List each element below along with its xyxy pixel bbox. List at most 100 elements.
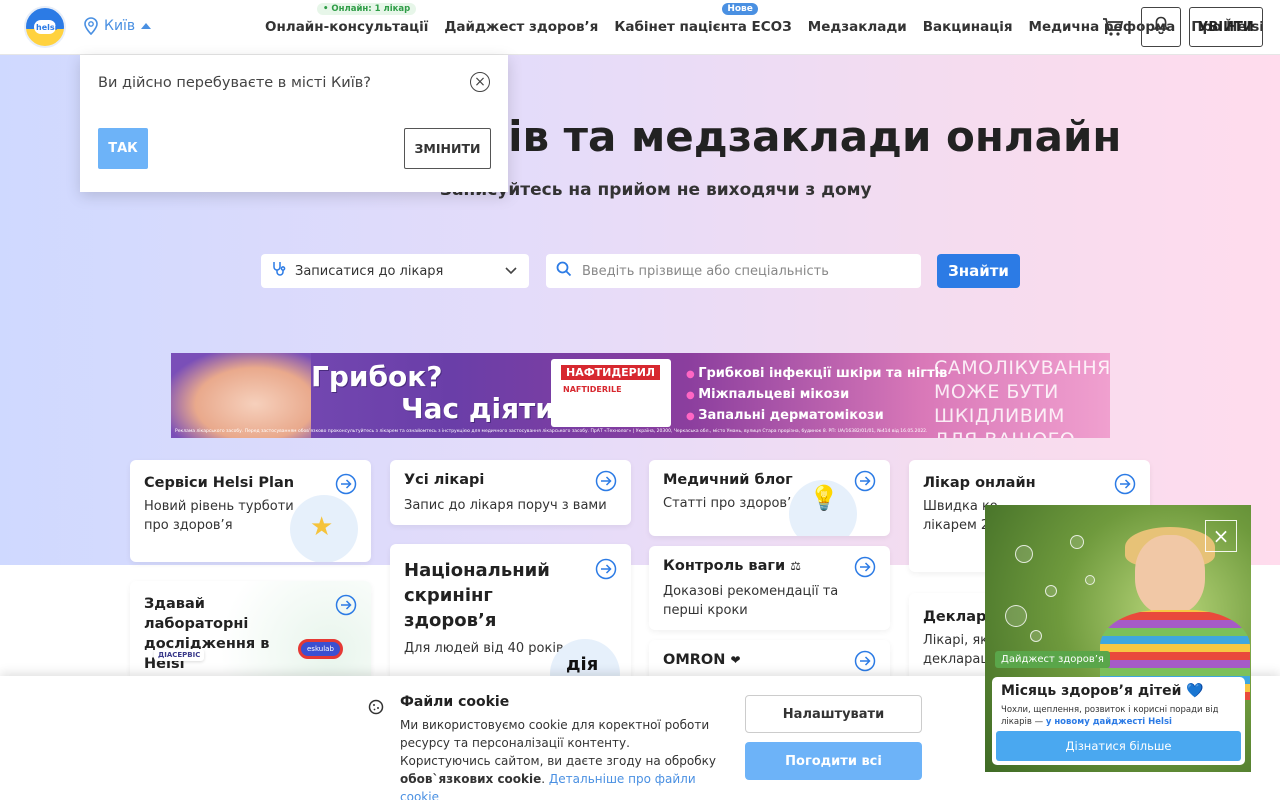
banner-bullet: Міжпальцеві мікози [686,385,947,406]
card-desc: Запис до лікаря поруч з вами [404,498,607,513]
city-confirm-popup: Ви дійсно перебуваєте в місті Київ? × ТА… [80,55,508,192]
site-header: helsi Київ • Онлайн: 1 лікар Онлайн-конс… [0,0,1280,55]
nav-label: Онлайн-консультації [265,19,429,35]
promo-text: Чохли, щеплення, розвиток і корисні пора… [1001,704,1241,728]
service-select[interactable]: Записатися до лікаря [261,254,529,288]
arrow-right-icon[interactable] [854,650,876,672]
promo-popup: × Дайджест здоров’я Місяць здоров’я діте… [985,505,1251,772]
child-image [1135,535,1205,615]
card-national-screening[interactable]: Національний скринінг здоров’я Для людей… [390,544,631,684]
banner-headline-line2: Час діяти! [401,392,568,425]
cookie-text-bold: обов`язкових cookie [400,772,542,786]
bubble [1045,585,1057,597]
card-title: Лікар онлайн [923,475,1036,491]
card-title: Національний скринінг здоров’я [404,560,550,631]
city-selector[interactable]: Київ [84,17,152,35]
city-label: Київ [104,18,136,34]
card-title: OMRON ❤ [663,650,741,670]
nav-online-consultations[interactable]: • Онлайн: 1 лікар Онлайн-консультації [265,3,429,35]
ad-banner[interactable]: Грибок? Час діяти! НАФТИДЕРИЛ NAFTIDERIL… [171,353,1110,438]
bubble [1070,535,1084,549]
nav-label: Кабінет пацієнта ЕСОЗ [614,19,792,35]
arrow-right-icon[interactable] [1114,473,1136,495]
search-button[interactable]: Знайти [937,254,1020,288]
caret-up-icon [141,23,152,29]
card-desc: Статті про здоров’я [663,496,800,511]
banner-warning: САМОЛІКУВАННЯ МОЖЕ БУТИ ШКІДЛИВИМ ДЛЯ ВА… [934,356,1110,438]
change-city-button[interactable]: ЗМІНИТИ [404,128,491,169]
banner-warning-line: МОЖЕ БУТИ ШКІДЛИВИМ [934,381,1065,427]
arrow-right-icon[interactable] [595,558,617,580]
chevron-down-icon [505,264,517,279]
star-icon: ★ [310,512,334,542]
stethoscope-icon [271,261,287,281]
card-title: Усі лікарі [404,472,485,488]
card-title-text: Контроль ваги [663,558,786,574]
city-question: Ви дійсно перебуваєте в місті Київ? [98,75,371,91]
card-desc: Доказові рекомендації та перші кроки [663,584,839,618]
close-icon[interactable]: × [1205,520,1237,552]
promo-tag: Дайджест здоров’я [995,651,1110,668]
card-desc: Новий рівень турботи про здоров’я [144,499,294,533]
scales-icon: ⚖ [790,559,801,573]
bubble [1015,545,1033,563]
helsi-logo[interactable]: helsi [24,6,66,48]
online-badge: • Онлайн: 1 лікар [317,3,417,15]
card-all-doctors[interactable]: Усі лікарі Запис до лікаря поруч з вами [390,460,631,525]
product-name: НАФТИДЕРИЛ [561,365,661,380]
search-icon [556,261,572,281]
arrow-right-icon[interactable] [854,470,876,492]
banner-bullet: Запальні дерматомікози [686,406,947,427]
search-input[interactable]: Введіть прізвище або спеціальність [546,254,921,288]
notifications-button[interactable] [1141,7,1181,47]
card-weight-control[interactable]: Контроль ваги ⚖ Доказові рекомендації та… [649,546,890,630]
banner-fine-print: Реклама лікарського засобу. Перед застос… [175,429,928,434]
nav-health-digest[interactable]: Дайджест здоров’я [444,19,598,35]
card-helsi-plan[interactable]: Сервіси Helsi Plan Новий рівень турботи … [130,460,371,562]
cookie-settings-button[interactable]: Налаштувати [745,695,922,733]
search-placeholder: Введіть прізвище або спеціальність [582,263,829,279]
card-medical-blog[interactable]: Медичний блог Статті про здоров’я 💡 [649,460,890,536]
arrow-right-icon[interactable] [335,473,357,495]
card-desc: Для людей від 40 років [404,641,564,656]
promo-text-link[interactable]: у новому дайджесті Helsi [1046,717,1172,727]
confirm-city-button[interactable]: ТАК [98,128,148,169]
diia-badge: дія [566,654,599,675]
diaservis-logo: ДІАСЕРВІС [154,649,205,661]
login-button[interactable]: УВІЙТИ [1189,7,1263,47]
cookie-text: Ми використовуємо cookie для коректної р… [400,716,720,800]
nav-vaccination[interactable]: Вакцинація [923,19,1013,35]
location-pin-icon [84,17,98,35]
nav-patient-cabinet[interactable]: Нове Кабінет пацієнта ЕСОЗ [614,3,792,35]
banner-bullet: Грибкові інфекції шкіри та нігтів [686,364,947,385]
promo-learn-more-button[interactable]: Дізнатися більше [996,731,1241,761]
bubble [1005,605,1027,627]
cookie-icon [368,699,384,719]
arrow-right-icon[interactable] [595,470,617,492]
eskulab-logo: eskulab [298,639,343,659]
card-title: Медичний блог [663,472,793,488]
card-title: Здавай лабораторні дослідження в Helsi [144,596,270,672]
card-labs[interactable]: Здавай лабораторні дослідження в Helsi Д… [130,581,371,681]
bubble [1085,575,1095,585]
nav-label: Вакцинація [922,19,1013,35]
banner-warning-line: САМОЛІКУВАННЯ [934,357,1110,379]
banner-warning-line: ДЛЯ ВАШОГО ЗДОРОВ’Я [934,428,1110,438]
cookie-accept-button[interactable]: Погодити всі [745,742,922,780]
cart-icon[interactable] [1102,17,1124,41]
arrow-right-icon[interactable] [854,556,876,578]
product-box-image: НАФТИДЕРИЛ NAFTIDERILE [551,359,671,427]
promo-card: Місяць здоров’я дітей 💙 Чохли, щеплення,… [992,677,1245,765]
nav-label: Дайджест здоров’я [444,19,599,35]
close-icon[interactable]: × [470,72,490,92]
nav-label: Медзаклади [807,19,907,35]
nav-clinics[interactable]: Медзаклади [808,19,907,35]
heart-icon: ❤ [730,653,741,667]
bubble [1030,630,1042,642]
banner-headline: Грибок? Час діяти! [311,361,568,425]
hero-title: рів та медзаклади онлайн [478,112,1122,161]
card-title: Контроль ваги ⚖ [663,556,801,576]
arrow-right-icon[interactable] [335,594,357,616]
promo-title: Місяць здоров’я дітей 💙 [1001,683,1204,699]
banner-headline-line1: Грибок? [311,360,443,393]
